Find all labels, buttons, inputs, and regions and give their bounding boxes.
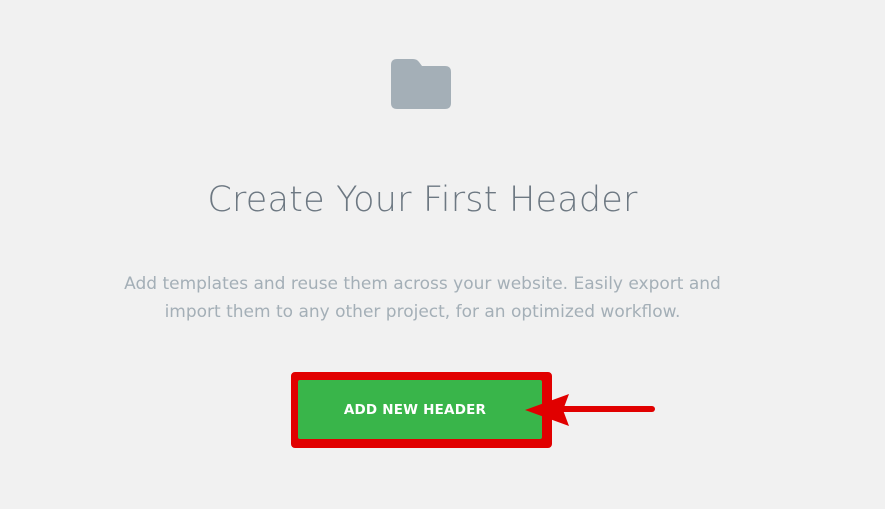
empty-state-description: Add templates and reuse them across your… <box>124 274 721 322</box>
folder-icon <box>391 59 451 109</box>
arrow-left-icon <box>525 394 655 426</box>
empty-state: Create Your First Header Add templates a… <box>0 0 885 509</box>
add-new-header-button[interactable]: ADD NEW HEADER <box>298 380 542 439</box>
empty-state-title: Create Your First Header <box>207 180 638 220</box>
